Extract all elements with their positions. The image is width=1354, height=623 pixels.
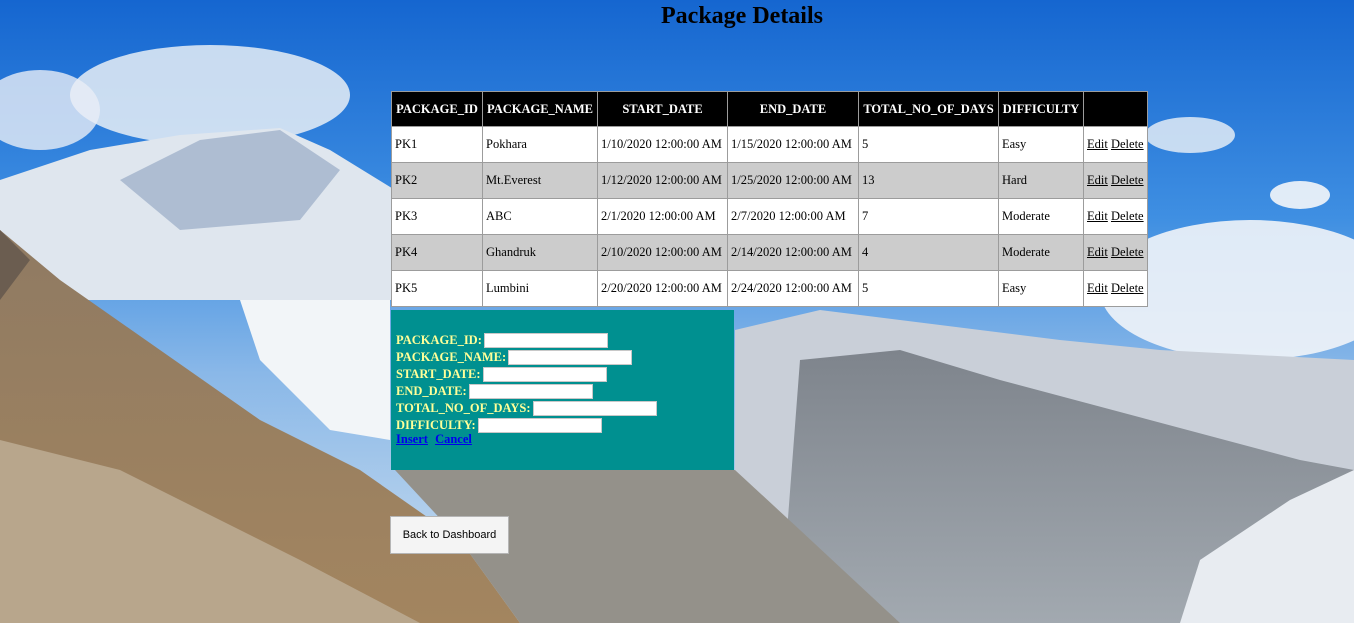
cell-difficulty: Hard [998,162,1084,199]
cell-start-date: 1/12/2020 12:00:00 AM [597,162,728,199]
table-header-row: PACKAGE_ID PACKAGE_NAME START_DATE END_D… [391,91,1148,127]
cell-actions: Edit Delete [1083,126,1148,163]
cell-end-date: 2/7/2020 12:00:00 AM [727,198,859,235]
cell-package-name: Lumbini [482,270,598,307]
page-title: Package Details [661,3,823,29]
cell-end-date: 1/25/2020 12:00:00 AM [727,162,859,199]
back-to-dashboard-button[interactable]: Back to Dashboard [390,516,509,554]
form-row-start-date: START_DATE: [396,366,607,383]
packages-table: PACKAGE_ID PACKAGE_NAME START_DATE END_D… [391,91,1148,307]
table-row: PK2 Mt.Everest 1/12/2020 12:00:00 AM 1/2… [391,162,1148,199]
table-row: PK4 Ghandruk 2/10/2020 12:00:00 AM 2/14/… [391,234,1148,271]
cell-total-days: 4 [858,234,999,271]
delete-link[interactable]: Delete [1111,137,1144,151]
cell-package-id: PK4 [391,234,483,271]
table-row: PK3 ABC 2/1/2020 12:00:00 AM 2/7/2020 12… [391,198,1148,235]
cell-package-name: Mt.Everest [482,162,598,199]
cell-package-name: Pokhara [482,126,598,163]
package-id-input[interactable] [483,333,608,348]
form-row-package-name: PACKAGE_NAME: [396,349,633,366]
edit-link[interactable]: Edit [1087,281,1108,295]
cell-start-date: 2/10/2020 12:00:00 AM [597,234,728,271]
cell-total-days: 7 [858,198,999,235]
table-row: PK1 Pokhara 1/10/2020 12:00:00 AM 1/15/2… [391,126,1148,163]
form-row-end-date: END_DATE: [396,383,593,400]
cell-package-name: ABC [482,198,598,235]
edit-link[interactable]: Edit [1087,173,1108,187]
cancel-link[interactable]: Cancel [435,432,472,446]
delete-link[interactable]: Delete [1111,245,1144,259]
column-header-start-date[interactable]: START_DATE [597,91,728,127]
cell-end-date: 2/24/2020 12:00:00 AM [727,270,859,307]
cell-actions: Edit Delete [1083,162,1148,199]
cell-total-days: 5 [858,270,999,307]
delete-link[interactable]: Delete [1111,209,1144,223]
cell-package-id: PK3 [391,198,483,235]
column-header-package-id[interactable]: PACKAGE_ID [391,91,483,127]
start-date-input[interactable] [482,367,607,382]
cell-end-date: 1/15/2020 12:00:00 AM [727,126,859,163]
cell-package-name: Ghandruk [482,234,598,271]
cell-package-id: PK2 [391,162,483,199]
difficulty-label: DIFFICULTY: [396,418,476,432]
cell-difficulty: Easy [998,270,1084,307]
package-name-input[interactable] [508,350,633,365]
cell-start-date: 2/1/2020 12:00:00 AM [597,198,728,235]
difficulty-input[interactable] [477,418,602,433]
cell-end-date: 2/14/2020 12:00:00 AM [727,234,859,271]
end-date-label: END_DATE: [396,384,467,398]
end-date-input[interactable] [468,384,593,399]
insert-package-form: PACKAGE_ID: PACKAGE_NAME: START_DATE: EN… [391,310,734,470]
delete-link[interactable]: Delete [1111,281,1144,295]
package-name-label: PACKAGE_NAME: [396,350,507,364]
total-days-label: TOTAL_NO_OF_DAYS: [396,401,531,415]
form-row-total-days: TOTAL_NO_OF_DAYS: [396,400,657,417]
column-header-package-name[interactable]: PACKAGE_NAME [482,91,598,127]
cell-total-days: 5 [858,126,999,163]
form-actions: Insert Cancel [396,432,476,447]
cell-actions: Edit Delete [1083,234,1148,271]
cell-start-date: 2/20/2020 12:00:00 AM [597,270,728,307]
cell-difficulty: Easy [998,126,1084,163]
column-header-end-date[interactable]: END_DATE [727,91,859,127]
start-date-label: START_DATE: [396,367,481,381]
cell-total-days: 13 [858,162,999,199]
total-days-input[interactable] [532,401,657,416]
edit-link[interactable]: Edit [1087,245,1108,259]
form-row-package-id: PACKAGE_ID: [396,332,608,349]
delete-link[interactable]: Delete [1111,173,1144,187]
edit-link[interactable]: Edit [1087,209,1108,223]
cell-difficulty: Moderate [998,198,1084,235]
column-header-actions [1083,91,1148,127]
cell-start-date: 1/10/2020 12:00:00 AM [597,126,728,163]
insert-link[interactable]: Insert [396,432,428,446]
cell-actions: Edit Delete [1083,198,1148,235]
table-row: PK5 Lumbini 2/20/2020 12:00:00 AM 2/24/2… [391,270,1148,307]
cell-difficulty: Moderate [998,234,1084,271]
cell-actions: Edit Delete [1083,270,1148,307]
cell-package-id: PK5 [391,270,483,307]
package-id-label: PACKAGE_ID: [396,333,482,347]
column-header-difficulty[interactable]: DIFFICULTY [998,91,1084,127]
edit-link[interactable]: Edit [1087,137,1108,151]
column-header-total-days[interactable]: TOTAL_NO_OF_DAYS [858,91,999,127]
cell-package-id: PK1 [391,126,483,163]
